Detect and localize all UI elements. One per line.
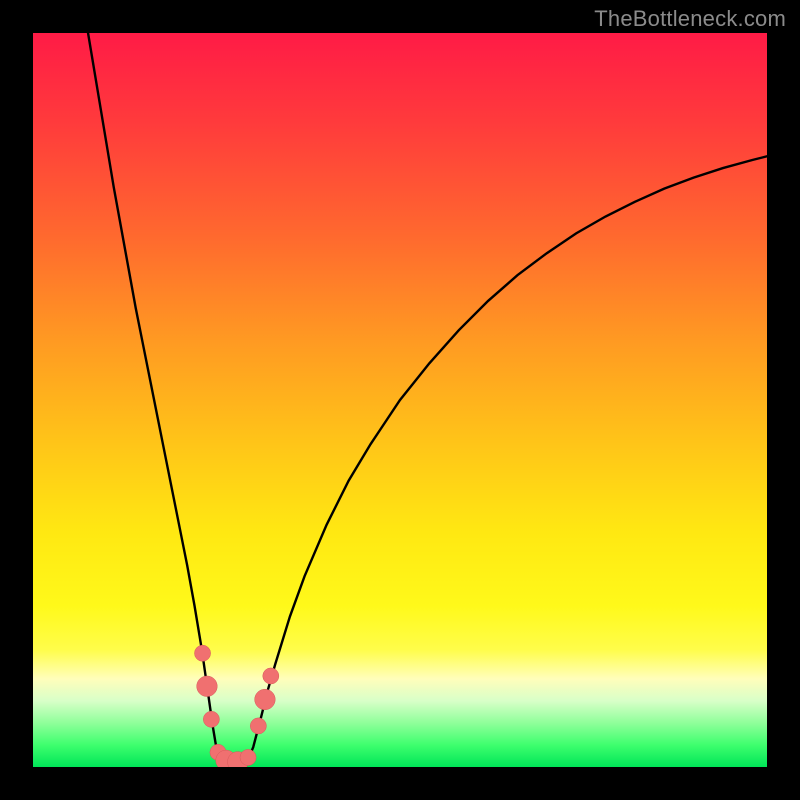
data-marker xyxy=(203,711,219,727)
data-marker xyxy=(197,676,218,697)
data-marker xyxy=(194,645,210,661)
chart-plot-area xyxy=(33,33,767,767)
data-markers xyxy=(194,645,278,767)
bottleneck-curve xyxy=(88,33,767,765)
data-marker xyxy=(240,749,256,765)
data-marker xyxy=(250,718,266,734)
data-marker xyxy=(255,689,276,710)
data-marker xyxy=(263,668,279,684)
chart-frame: TheBottleneck.com xyxy=(0,0,800,800)
watermark-text: TheBottleneck.com xyxy=(594,6,786,32)
chart-svg xyxy=(33,33,767,767)
